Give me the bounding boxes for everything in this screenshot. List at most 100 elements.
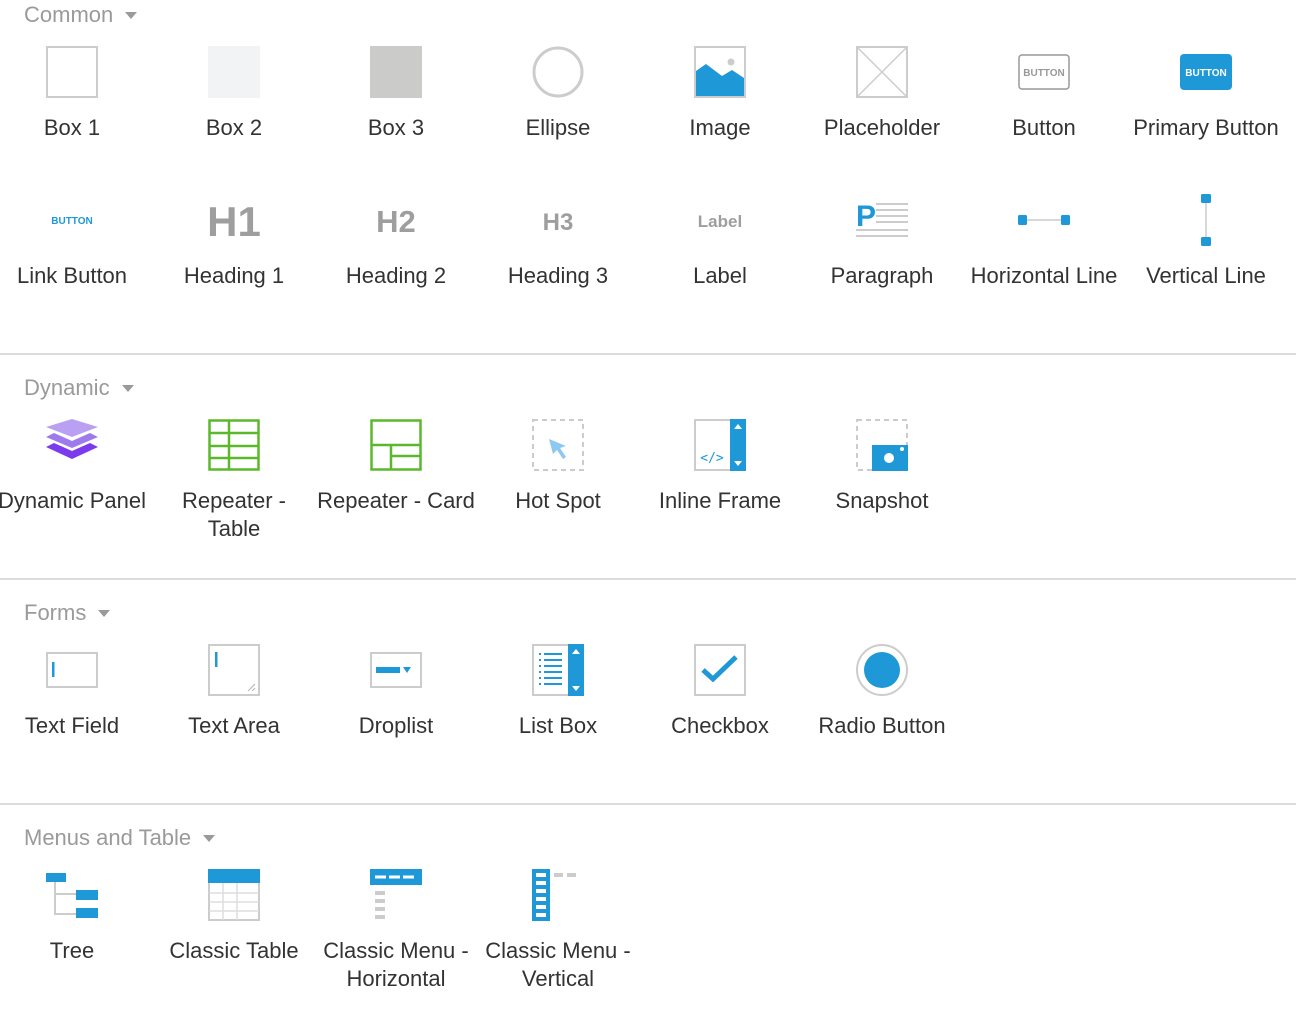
widget-label: Text Area [188, 713, 280, 738]
widget-label: List Box [518, 713, 598, 738]
paragraph-icon: P [856, 200, 908, 237]
caret-down-icon[interactable] [203, 834, 216, 842]
widget-image[interactable]: Image [639, 46, 801, 194]
section-header[interactable]: Forms [0, 598, 1296, 628]
widget-text-area[interactable]: Text Area [153, 644, 315, 792]
widget-paragraph[interactable]: P Paragraph [801, 194, 963, 342]
widget-box-2[interactable]: Box 2 [153, 46, 315, 194]
caret-down-icon[interactable] [125, 11, 138, 19]
horizontal-line-icon [1018, 215, 1070, 225]
widget-label: Image [689, 115, 751, 140]
widget-text-field[interactable]: Text Field [0, 644, 153, 792]
button-icon: BUTTON [1018, 54, 1070, 90]
section-menus-and-table: Menus and Table Tree Classic Table Class… [0, 805, 1296, 1028]
label-icon: Label [698, 212, 742, 231]
widget-classic-menu-vertical[interactable]: Classic Menu - Vertical [477, 869, 639, 1017]
box2-icon [208, 46, 260, 98]
svg-text:BUTTON: BUTTON [51, 216, 92, 227]
widget-label: Droplist [358, 713, 434, 738]
widget-tree[interactable]: Tree [0, 869, 153, 1017]
widget-box-1[interactable]: Box 1 [0, 46, 153, 194]
widget-list-box[interactable]: List Box [477, 644, 639, 792]
widget-label: Tree [49, 938, 95, 963]
radio-button-icon [856, 644, 908, 696]
widget-heading-1[interactable]: H1 Heading 1 [153, 194, 315, 342]
widget-label: Placeholder [823, 115, 941, 140]
widget-label: Repeater - Table [182, 488, 286, 541]
widget-hot-spot[interactable]: Hot Spot [477, 419, 639, 567]
widget-label: Horizontal Line [970, 263, 1118, 288]
svg-text:Label: Label [698, 212, 742, 231]
primary-button-icon: BUTTON [1180, 54, 1232, 90]
widget-droplist[interactable]: Droplist [315, 644, 477, 792]
widget-horizontal-line[interactable]: Horizontal Line [963, 194, 1125, 342]
widget-label: Text Field [24, 713, 120, 738]
widget-label: Box 1 [43, 115, 101, 140]
widget-repeater-table[interactable]: Repeater - Table [153, 419, 315, 567]
widget-heading-3[interactable]: H3 Heading 3 [477, 194, 639, 342]
widget-box-3[interactable]: Box 3 [315, 46, 477, 194]
svg-text:H1: H1 [208, 198, 260, 245]
checkbox-icon [694, 644, 746, 696]
widget-primary-button[interactable]: BUTTON Primary Button [1125, 46, 1287, 194]
tree-icon [46, 873, 98, 918]
caret-down-icon[interactable] [98, 609, 111, 617]
widget-checkbox[interactable]: Checkbox [639, 644, 801, 792]
widget-label: Paragraph [830, 263, 934, 288]
snapshot-icon [856, 419, 908, 471]
section-header[interactable]: Dynamic [0, 373, 1296, 403]
widget-label: Classic Menu - Vertical [485, 938, 631, 991]
image-icon [694, 46, 746, 98]
svg-text:BUTTON: BUTTON [1023, 68, 1064, 79]
svg-text:P: P [856, 200, 876, 233]
menu-horizontal-icon [370, 869, 422, 919]
widget-placeholder[interactable]: Placeholder [801, 46, 963, 194]
heading3-icon: H3 [543, 209, 574, 236]
widget-classic-table[interactable]: Classic Table [153, 869, 315, 1017]
heading2-icon: H2 [376, 204, 416, 239]
widget-radio-button[interactable]: Radio Button [801, 644, 963, 792]
vertical-line-icon [1201, 194, 1211, 246]
section-title: Forms [24, 600, 87, 625]
section-dynamic: Dynamic Dynamic Panel Repeater - Table R… [0, 355, 1296, 580]
widget-grid: Tree Classic Table Classic Menu - Horizo… [0, 869, 1296, 1017]
svg-text:BUTTON: BUTTON [1185, 68, 1226, 79]
widget-label: Heading 3 [507, 263, 609, 288]
widget-heading-2[interactable]: H2 Heading 2 [315, 194, 477, 342]
widget-snapshot[interactable]: Snapshot [801, 419, 963, 567]
hotspot-icon [532, 419, 584, 471]
section-common: Common Box 1 Box 2 Box 3 Ellipse Image P… [0, 0, 1296, 355]
widget-label: Classic Table [169, 938, 299, 963]
repeater-table-icon [208, 419, 260, 471]
svg-text:</>: </> [700, 451, 724, 466]
droplist-icon [370, 652, 422, 688]
widget-classic-menu-horizontal[interactable]: Classic Menu - Horizontal [315, 869, 477, 1017]
svg-text:H2: H2 [376, 204, 416, 239]
widget-label: Label [693, 263, 747, 288]
caret-down-icon[interactable] [121, 384, 134, 392]
box1-icon [46, 46, 98, 98]
widget-repeater-card[interactable]: Repeater - Card [315, 419, 477, 567]
box3-icon [370, 46, 422, 98]
widget-label: Snapshot [835, 488, 929, 513]
svg-text:H3: H3 [543, 209, 574, 236]
ellipse-icon [532, 46, 584, 98]
widget-grid: Dynamic Panel Repeater - Table Repeater … [0, 419, 1296, 567]
widget-link-button[interactable]: BUTTON Link Button [0, 194, 153, 342]
widget-ellipse[interactable]: Ellipse [477, 46, 639, 194]
widget-label: Classic Menu - Horizontal [323, 938, 469, 991]
widget-label: Checkbox [671, 713, 769, 738]
placeholder-icon [856, 46, 908, 98]
section-header[interactable]: Menus and Table [0, 823, 1296, 853]
widget-label[interactable]: Label Label [639, 194, 801, 342]
widget-dynamic-panel[interactable]: Dynamic Panel [0, 419, 153, 567]
heading1-icon: H1 [208, 198, 260, 245]
text-field-icon [46, 652, 98, 688]
section-header[interactable]: Common [0, 0, 1296, 30]
repeater-card-icon [370, 419, 422, 471]
widget-vertical-line[interactable]: Vertical Line [1125, 194, 1287, 342]
widget-inline-frame[interactable]: </> Inline Frame [639, 419, 801, 567]
widget-grid: Box 1 Box 2 Box 3 Ellipse Image Placehol… [0, 46, 1296, 342]
link-button-icon: BUTTON [51, 216, 92, 227]
widget-button[interactable]: BUTTON Button [963, 46, 1125, 194]
